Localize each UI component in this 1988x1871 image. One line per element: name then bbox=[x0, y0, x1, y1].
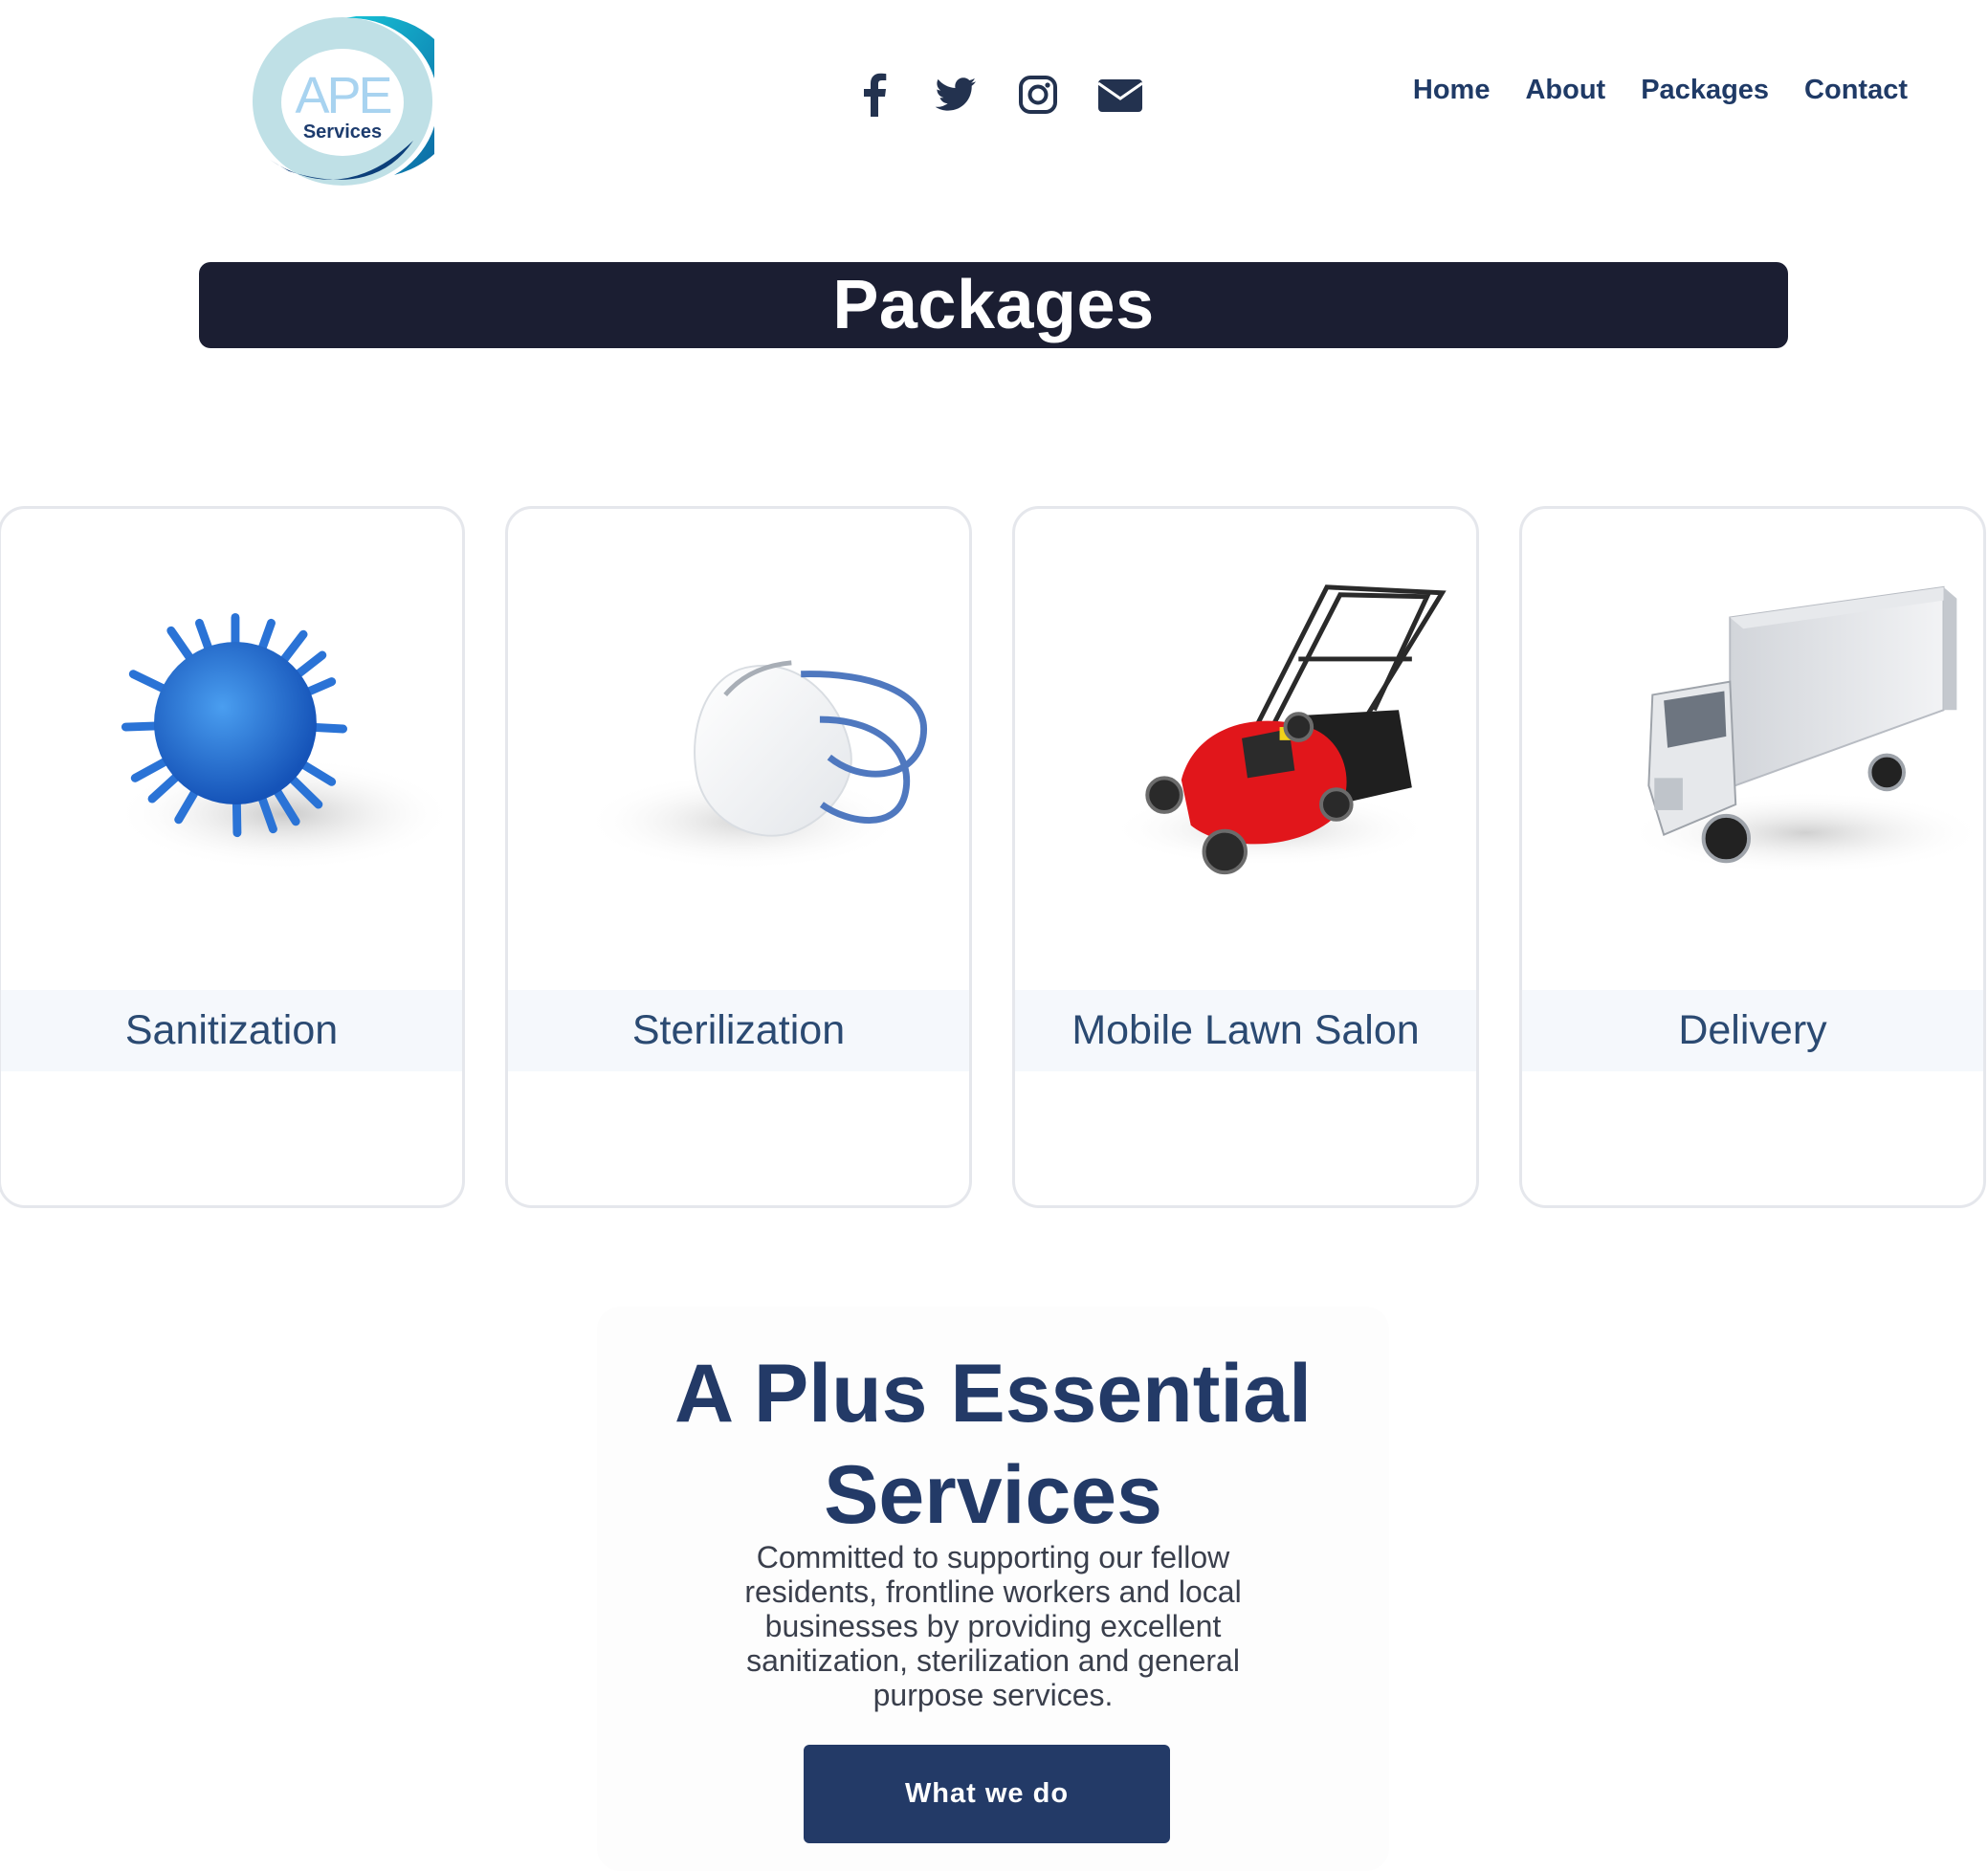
hero-title-line1: A Plus Essential bbox=[674, 1348, 1312, 1440]
logo-brand-text: APE bbox=[295, 67, 392, 124]
package-label: Sanitization bbox=[124, 1007, 339, 1053]
nav-packages[interactable]: Packages bbox=[1641, 75, 1769, 106]
package-label-band: Mobile Lawn Salon bbox=[1015, 990, 1476, 1071]
lawn-mower-image bbox=[1109, 584, 1447, 875]
instagram-icon[interactable] bbox=[1014, 71, 1062, 119]
face-mask-image bbox=[584, 660, 928, 871]
package-label: Delivery bbox=[1678, 1007, 1827, 1053]
package-card-sanitization[interactable]: Sanitization bbox=[0, 506, 465, 1208]
package-label: Sterilization bbox=[631, 1007, 846, 1053]
site-logo[interactable]: APE Services bbox=[251, 14, 461, 187]
twitter-icon[interactable] bbox=[932, 71, 980, 119]
hero-title-line2: Services bbox=[824, 1449, 1162, 1541]
virus-image bbox=[114, 613, 455, 871]
packages-title: Packages bbox=[832, 267, 1155, 343]
logo-sub-text: Services bbox=[302, 121, 383, 143]
package-card-mobile-lawn-salon[interactable]: Mobile Lawn Salon bbox=[1012, 506, 1479, 1208]
nav-contact[interactable]: Contact bbox=[1804, 75, 1908, 106]
hero-description: Committed to supporting our fellow resid… bbox=[744, 1540, 1242, 1712]
hero-title: A Plus Essential Services bbox=[597, 1343, 1389, 1546]
package-label-band: Delivery bbox=[1522, 990, 1983, 1071]
main-nav: Home About Packages Contact bbox=[1413, 75, 1908, 106]
package-card-delivery[interactable]: Delivery bbox=[1519, 506, 1986, 1208]
package-card-sterilization[interactable]: Sterilization bbox=[505, 506, 972, 1208]
what-we-do-button[interactable]: What we do bbox=[804, 1745, 1170, 1843]
package-label: Mobile Lawn Salon bbox=[1071, 1007, 1420, 1053]
package-label-band: Sanitization bbox=[1, 990, 462, 1071]
facebook-icon[interactable] bbox=[851, 71, 899, 119]
hero-section: A Plus Essential Services Committed to s… bbox=[597, 1307, 1389, 1871]
nav-about[interactable]: About bbox=[1525, 75, 1605, 106]
packages-title-bar: Packages bbox=[199, 262, 1788, 348]
package-label-band: Sterilization bbox=[508, 990, 969, 1071]
box-truck-image bbox=[1625, 585, 1983, 875]
envelope-icon[interactable] bbox=[1094, 71, 1148, 119]
nav-home[interactable]: Home bbox=[1413, 75, 1491, 106]
